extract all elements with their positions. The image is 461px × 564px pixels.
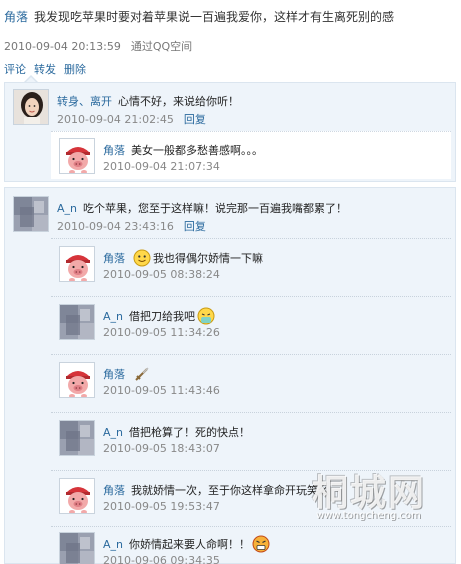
reply-divider	[51, 526, 451, 527]
comment-text: 吃个苹果，您至于这样嘛！说完那一百遍我嘴都累了！	[83, 202, 347, 215]
comment: A_n 吃个苹果，您至于这样嘛！说完那一百遍我嘴都累了！ 2010-09-04 2…	[13, 196, 453, 236]
pig-mascot-avatar[interactable]	[59, 362, 95, 398]
pig-mascot-avatar[interactable]	[59, 138, 95, 174]
comment-thread: 转身、离开心情不好，来说给你听！ 2010-09-04 21:02:45 回复	[4, 82, 456, 182]
reply-divider	[51, 412, 451, 413]
reply-time: 2010-09-06 09:34:35	[103, 554, 220, 564]
blurry-photo-image	[60, 305, 94, 339]
reply-time: 2010-09-05 19:53:47	[103, 500, 220, 513]
reply: A_n 借把枪算了！死的快点！ 2010-09-05 18:43:07	[59, 420, 449, 464]
reply-text: 借把刀给我吧	[129, 310, 195, 323]
blurry-photo-image	[14, 197, 48, 231]
comment: 转身、离开 心情不好，来说给你听！ 2010-09-04 21:02:45 回复	[13, 89, 453, 129]
woman-photo-avatar[interactable]	[13, 89, 49, 125]
comment-thread: A_n 吃个苹果，您至于这样嘛！说完那一百遍我嘴都累了！ 2010-09-04 2…	[4, 187, 456, 564]
reply-button[interactable]: 回复	[184, 113, 206, 126]
delete-button[interactable]: 删除	[64, 63, 86, 76]
woman-photo-avatar-image	[14, 90, 48, 124]
reply-author[interactable]: 角落	[103, 368, 125, 381]
reply-text: 美女一般都多愁善感啊。。。	[131, 144, 263, 157]
reply: 角落 我也得偶尔娇情一下嘛 2010-09-05 08:38:24	[59, 246, 449, 290]
angry-emoticon-icon	[252, 535, 270, 552]
reply-item: 角落 美女一般都多愁善感啊。。。 2010-09-04 21:07:34	[51, 131, 451, 179]
post-meta: 2010-09-04 20:13:59 通过QQ空间	[4, 38, 192, 54]
post-actions: 评论 转发 删除	[4, 61, 94, 77]
reply-time: 2010-09-05 18:43:07	[103, 442, 220, 455]
reply-text: 我就娇情一次，至于你这样拿命开玩笑么	[131, 484, 329, 497]
blurry-photo-image	[60, 533, 94, 564]
reply-time: 2010-09-05 11:43:46	[103, 384, 220, 397]
reply-time: 2010-09-04 21:07:34	[103, 160, 220, 173]
comment-time: 2010-09-04 23:43:16	[57, 220, 174, 233]
comment-author[interactable]: A_n	[57, 202, 77, 215]
reply: 角落 我就娇情一次，至于你这样拿命开玩笑么 2010-09-05 19:53:47	[59, 478, 449, 522]
reply-author[interactable]: A_n	[103, 426, 123, 439]
reply: A_n 你娇情起来要人命啊！！ 2010-09-06 09:34:35	[59, 532, 449, 564]
reply-text: 我也得偶尔娇情一下嘛	[153, 252, 263, 265]
post-header: 角落 我发现吃苹果时要对着苹果说一百遍我爱你，这样才有生离死别的感	[4, 8, 459, 25]
blurry-photo-avatar[interactable]	[13, 196, 49, 232]
blurry-photo-avatar[interactable]	[59, 532, 95, 564]
comment-time: 2010-09-04 21:02:45	[57, 113, 174, 126]
reply-divider	[51, 238, 451, 239]
reply-author[interactable]: 角落	[103, 252, 125, 265]
smile-emoticon-icon	[133, 249, 151, 266]
reply-author[interactable]: A_n	[103, 310, 123, 323]
reply: A_n 借把刀给我吧 2010-09-05 11:34:26	[59, 304, 449, 348]
blurry-photo-avatar[interactable]	[59, 304, 95, 340]
reply: 角落 2010-09-05 11:43:46	[59, 362, 449, 406]
comment-button[interactable]: 评论	[4, 63, 26, 76]
reply-text: 你娇情起来要人命啊！！	[129, 538, 250, 551]
reply: 角落 美女一般都多愁善感啊。。。 2010-09-04 21:07:34	[59, 138, 439, 178]
pig-mascot-avatar[interactable]	[59, 478, 95, 514]
reply-button[interactable]: 回复	[184, 220, 206, 233]
pig-mascot-image	[60, 479, 94, 513]
reply-author[interactable]: 角落	[103, 144, 125, 157]
pig-mascot-image	[60, 363, 94, 397]
reply-author[interactable]: 角落	[103, 484, 125, 497]
pig-mascot-avatar[interactable]	[59, 246, 95, 282]
blurry-photo-avatar[interactable]	[59, 420, 95, 456]
reply-author[interactable]: A_n	[103, 538, 123, 551]
reply-time: 2010-09-05 08:38:24	[103, 268, 220, 281]
pig-mascot-image	[60, 139, 94, 173]
reply-time: 2010-09-05 11:34:26	[103, 326, 220, 339]
reply-text: 借把枪算了！死的快点！	[129, 426, 250, 439]
blurry-photo-image	[60, 421, 94, 455]
post-client: 通过QQ空间	[130, 40, 193, 53]
pig-mascot-image	[60, 247, 94, 281]
post-text: 我发现吃苹果时要对着苹果说一百遍我爱你，这样才有生离死别的感	[34, 10, 395, 24]
comment-text: 心情不好，来说给你听！	[118, 95, 239, 108]
reply-divider	[51, 354, 451, 355]
comment-author[interactable]: 转身、离开	[57, 95, 112, 108]
reply-divider	[51, 470, 451, 471]
post-author[interactable]: 角落	[4, 10, 28, 24]
sword-emoticon-icon	[135, 366, 149, 381]
post-time: 2010-09-04 20:13:59	[4, 40, 121, 53]
sick-emoticon-icon	[197, 307, 215, 324]
reply-divider	[51, 296, 451, 297]
